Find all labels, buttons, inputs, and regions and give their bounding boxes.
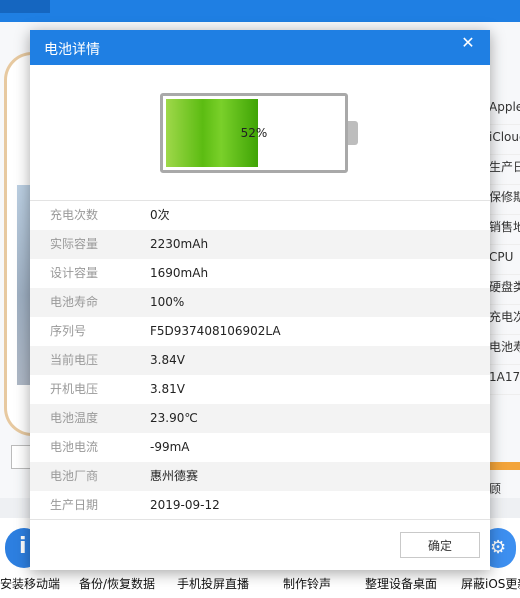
row-value: 100% (150, 295, 185, 309)
row-value: 1690mAh (150, 266, 209, 280)
confirm-button[interactable]: 确定 (400, 532, 480, 558)
battery-info-table: 充电次数 0次 实际容量 2230mAh 设计容量 1690mAh 电池寿命 100% … (30, 200, 490, 520)
row-value: -99mA (150, 440, 190, 454)
device-info-item: 生产日 (489, 155, 520, 185)
device-info-item: iCloud (489, 125, 520, 155)
dock-install-mobile[interactable]: 安装移动端 (0, 575, 60, 592)
device-info-item: CPU (489, 245, 520, 275)
table-row: 当前电压 3.84V (30, 346, 490, 375)
dock-backup-restore[interactable]: 备份/恢复数据 (79, 575, 155, 592)
device-info-item: 1A179 (489, 365, 520, 395)
row-key: 开机电压 (50, 382, 99, 396)
row-value: 0次 (150, 208, 170, 222)
battery-details-dialog: 电池详情 ✕ 52% 充电次数 0次 实际容量 2230mAh 设计容量 1690mA… (30, 30, 490, 570)
top-nav-bar (0, 0, 520, 22)
battery-cap (348, 121, 358, 145)
table-row: 开机电压 3.81V (30, 375, 490, 404)
device-info-list: Apple iCloud 生产日 保修期 销售地 CPU 硬盘类 充电次 电池寿… (489, 95, 520, 395)
device-info-item: 充电次 (489, 305, 520, 335)
table-row: 电池电流 -99mA (30, 433, 490, 462)
row-value: 2230mAh (150, 237, 209, 251)
row-key: 充电次数 (50, 208, 99, 222)
dock-block-ios-update[interactable]: 屏蔽iOS更新 (461, 575, 520, 592)
dialog-footer: 确定 (30, 519, 490, 571)
row-value: 2019-09-12 (150, 498, 220, 512)
dialog-header: 电池详情 ✕ (30, 30, 490, 65)
row-key: 设计容量 (50, 266, 99, 280)
close-icon[interactable]: ✕ (458, 33, 478, 53)
table-row: 电池寿命 100% (30, 288, 490, 317)
dock-organize-desktop[interactable]: 整理设备桌面 (365, 575, 437, 592)
row-key: 当前电压 (50, 353, 99, 367)
row-key: 生产日期 (50, 498, 99, 512)
dock-make-ringtone[interactable]: 制作铃声 (283, 575, 331, 592)
device-info-item: 保修期 (489, 185, 520, 215)
battery-percent-label: 52% (240, 126, 268, 140)
row-value: 3.84V (150, 353, 185, 367)
row-value: 23.90℃ (150, 411, 198, 425)
table-row: 充电次数 0次 (30, 201, 490, 230)
device-info-item: 销售地 (489, 215, 520, 245)
row-key: 电池厂商 (50, 469, 99, 483)
row-key: 电池电流 (50, 440, 99, 454)
device-info-item: 硬盘类 (489, 275, 520, 305)
table-row: 电池温度 23.90℃ (30, 404, 490, 433)
device-info-item: 电池寿 (489, 335, 520, 365)
top-nav-tab-active[interactable] (0, 0, 50, 13)
row-key: 电池温度 (50, 411, 99, 425)
dock-screen-mirror[interactable]: 手机投屏直播 (177, 575, 249, 592)
row-key: 电池寿命 (50, 295, 99, 309)
storage-bar (489, 462, 520, 470)
table-row: 实际容量 2230mAh (30, 230, 490, 259)
background-label: 顾 (489, 482, 502, 496)
table-row: 电池厂商 惠州德赛 (30, 462, 490, 491)
row-key: 实际容量 (50, 237, 99, 251)
row-value: 3.81V (150, 382, 185, 396)
device-info-item: Apple (489, 95, 520, 125)
row-value: 惠州德赛 (150, 469, 199, 483)
dialog-title: 电池详情 (44, 42, 100, 58)
row-value: F5D937408106902LA (150, 324, 281, 338)
table-row: 设计容量 1690mAh (30, 259, 490, 288)
table-row: 生产日期 2019-09-12 (30, 491, 490, 520)
row-key: 序列号 (50, 324, 87, 338)
table-row: 序列号 F5D937408106902LA (30, 317, 490, 346)
